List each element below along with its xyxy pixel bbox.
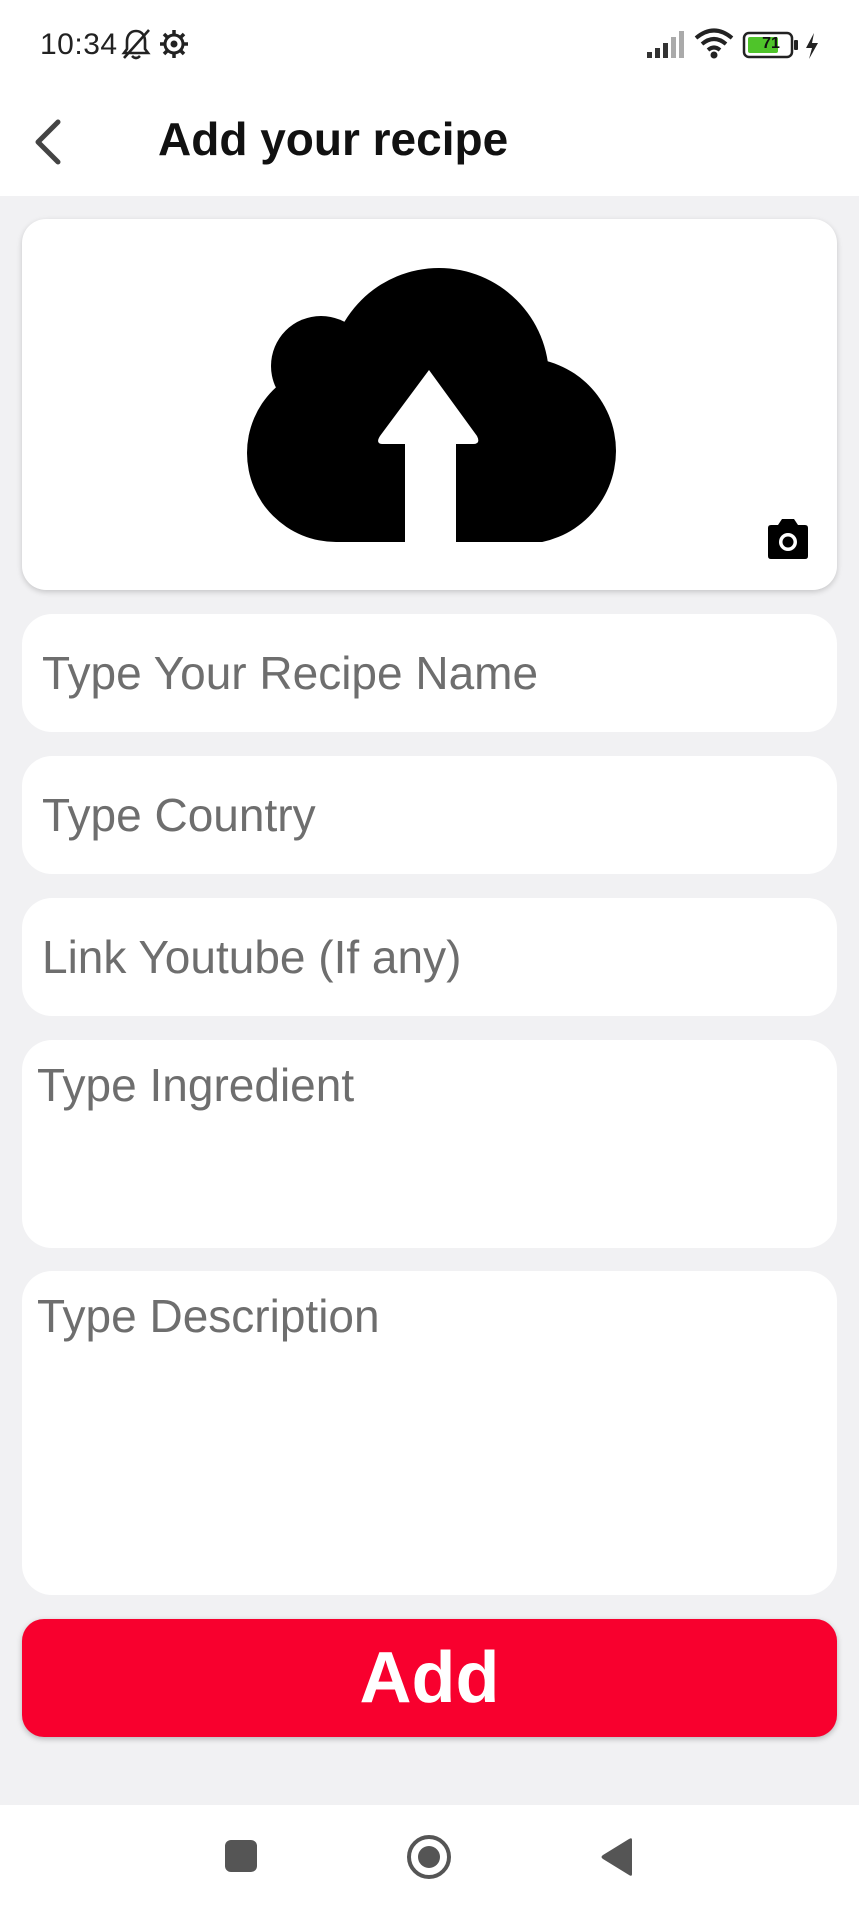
back-button[interactable] (24, 106, 96, 178)
signal-icon (647, 31, 684, 58)
status-time: 10:34 (40, 28, 118, 61)
app-header: Add your recipe (0, 92, 859, 196)
recents-square-icon[interactable] (222, 1837, 260, 1875)
home-circle-icon[interactable] (405, 1833, 453, 1881)
wifi-icon (694, 28, 734, 59)
recipe-name-input[interactable] (22, 614, 837, 732)
settings-gear-icon (160, 30, 188, 58)
chevron-left-icon (35, 119, 61, 165)
description-textarea[interactable] (22, 1271, 837, 1595)
page-title: Add your recipe (158, 113, 509, 165)
country-input[interactable] (22, 756, 837, 874)
charging-icon (806, 33, 818, 59)
add-button[interactable]: Add (22, 1619, 837, 1737)
back-triangle-icon[interactable] (598, 1836, 636, 1878)
ingredient-textarea[interactable] (22, 1040, 837, 1248)
battery-level: 71 (762, 35, 780, 52)
system-nav-bar (0, 1805, 859, 1908)
cloud-upload-icon (247, 268, 616, 542)
youtube-link-input[interactable] (22, 898, 837, 1016)
bell-off-icon (121, 29, 151, 60)
status-bar: 10:34 71 (0, 0, 859, 92)
camera-icon[interactable] (764, 518, 812, 560)
